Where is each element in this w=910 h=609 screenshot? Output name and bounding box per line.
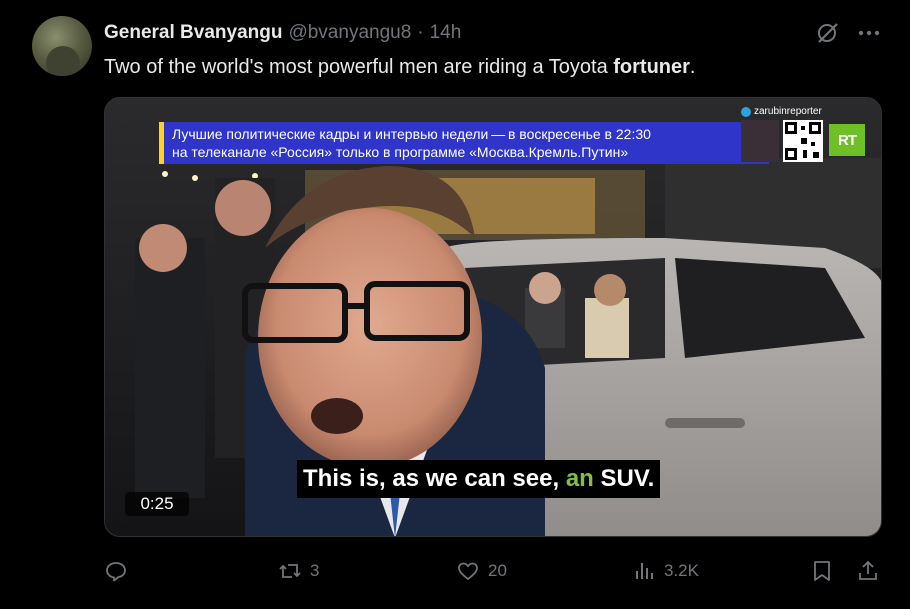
share-button[interactable]	[856, 555, 880, 587]
tweet-header: General Bvanyangu @bvanyangu8 · 14h	[104, 21, 461, 45]
action-bar: 3 20 3.2K	[104, 555, 884, 587]
like-count: 20	[488, 561, 507, 580]
avatar[interactable]	[32, 16, 92, 76]
reply-icon	[106, 562, 126, 582]
views-count: 3.2K	[664, 561, 699, 580]
display-name[interactable]: General Bvanyangu	[104, 22, 282, 44]
rt-logo: RT	[829, 124, 865, 156]
retweet-button[interactable]: 3	[278, 555, 319, 587]
presenter-thumbnail	[741, 120, 779, 162]
bookmark-icon	[814, 561, 830, 581]
telegram-handle: zarubinreporter	[754, 106, 822, 117]
retweet-count: 3	[310, 561, 320, 580]
tweet-text-start: Two of the world's most powerful men are…	[104, 56, 614, 78]
views-icon	[636, 563, 653, 579]
video-subtitle: This is, as we can see, an SUV.	[297, 460, 661, 498]
more-icon[interactable]	[856, 20, 882, 46]
qr-code	[783, 120, 823, 162]
retweet-icon	[279, 564, 301, 578]
video-player[interactable]: Лучшие политические кадры и интервью нед…	[104, 97, 882, 537]
banner-line-2: на телеканале «Россия» только в программ…	[172, 144, 629, 160]
tweet: General Bvanyangu @bvanyangu8 · 14h Two …	[0, 0, 910, 609]
share-icon	[859, 560, 877, 580]
subtitle-start: This is, as we can see,	[303, 465, 566, 492]
reply-button[interactable]	[104, 555, 136, 587]
like-icon	[458, 562, 478, 580]
telegram-label: zarubinreporter	[741, 106, 822, 117]
tv-banner: Лучшие политические кадры и интервью нед…	[159, 122, 769, 164]
tweet-text: Two of the world's most powerful men are…	[104, 54, 695, 80]
subtitle-end: SUV.	[593, 465, 655, 492]
tweet-text-end: .	[689, 56, 696, 78]
tweet-time[interactable]: 14h	[430, 22, 462, 44]
views-button[interactable]: 3.2K	[632, 555, 699, 587]
bookmark-button[interactable]	[810, 555, 834, 587]
separator-dot: ·	[417, 22, 424, 43]
subtitle-highlight: an	[565, 465, 594, 492]
video-timestamp: 0:25	[125, 492, 189, 516]
grok-icon[interactable]	[814, 19, 842, 47]
tweet-text-bold: fortuner	[613, 56, 690, 78]
banner-line-1: Лучшие политические кадры и интервью нед…	[172, 126, 651, 142]
like-button[interactable]: 20	[456, 555, 507, 587]
channel-branding: zarubinreporter RT	[741, 106, 867, 164]
telegram-icon	[741, 106, 751, 117]
user-handle[interactable]: @bvanyangu8	[288, 22, 411, 44]
